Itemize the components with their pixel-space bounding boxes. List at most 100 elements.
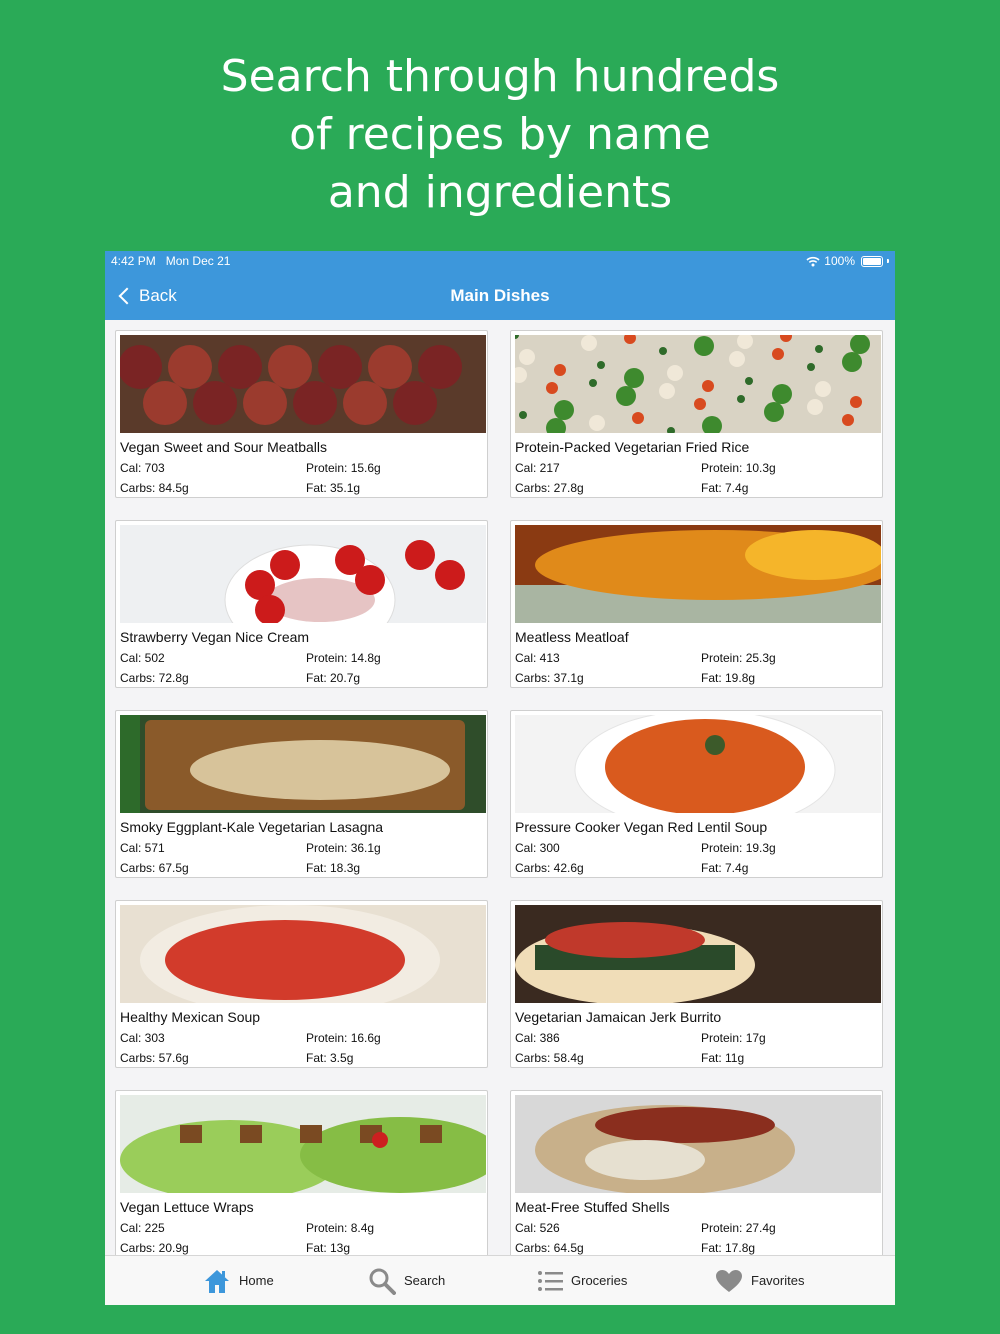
recipe-card[interactable]: Protein-Packed Vegetarian Fried Rice Cal:… — [510, 330, 883, 498]
fried-rice-photo — [515, 335, 881, 433]
recipe-photo — [515, 525, 881, 623]
recipe-name: Vegan Sweet and Sour Meatballs — [120, 439, 328, 455]
recipe-protein: Protein: 10.3g — [701, 461, 776, 475]
status-time-date: 4:42 PM Mon Dec 21 — [111, 254, 230, 268]
recipe-calories: Cal: 300 — [515, 841, 560, 855]
recipe-calories: Cal: 386 — [515, 1031, 560, 1045]
recipe-name: Protein-Packed Vegetarian Fried Rice — [515, 439, 750, 455]
tab-label: Home — [239, 1273, 274, 1288]
recipe-name: Meatless Meatloaf — [515, 629, 629, 645]
status-indicators: 100% — [806, 254, 889, 268]
recipe-grid[interactable]: Vegan Sweet and Sour Meatballs Cal: 703 Pr… — [105, 320, 895, 1256]
recipe-photo — [120, 905, 486, 1003]
recipe-fat: Fat: 7.4g — [701, 481, 749, 495]
tab-home[interactable]: Home — [203, 1256, 274, 1305]
recipe-name: Vegetarian Jamaican Jerk Burrito — [515, 1009, 722, 1025]
meatloaf-photo — [515, 525, 881, 623]
recipe-card[interactable]: Vegetarian Jamaican Jerk Burrito Cal: 386… — [510, 900, 883, 1068]
battery-tip — [887, 259, 889, 263]
burrito-photo — [515, 905, 881, 1003]
recipe-photo — [120, 1095, 486, 1193]
recipe-card[interactable]: Meatless Meatloaf Cal: 413 Protein: 25.3g C… — [510, 520, 883, 688]
recipe-name: Meat-Free Stuffed Shells — [515, 1199, 670, 1215]
recipe-protein: Protein: 25.3g — [701, 651, 776, 665]
lasagna-photo — [120, 715, 486, 813]
recipe-photo — [120, 715, 486, 813]
recipe-calories: Cal: 526 — [515, 1221, 560, 1235]
heart-icon — [716, 1269, 742, 1292]
tab-groceries[interactable]: Groceries — [537, 1256, 627, 1305]
recipe-photo — [515, 1095, 881, 1193]
home-icon — [205, 1269, 229, 1293]
recipe-protein: Protein: 14.8g — [306, 651, 381, 665]
tab-search[interactable]: Search — [368, 1256, 445, 1305]
recipe-protein: Protein: 17g — [701, 1031, 766, 1045]
recipe-card[interactable]: Strawberry Vegan Nice Cream Cal: 502 Prote… — [115, 520, 488, 688]
recipe-name: Healthy Mexican Soup — [120, 1009, 261, 1025]
recipe-photo — [515, 335, 881, 433]
recipe-card[interactable]: Vegan Sweet and Sour Meatballs Cal: 703 Pr… — [115, 330, 488, 498]
battery-icon — [861, 255, 883, 267]
status-date: Mon Dec 21 — [165, 254, 231, 268]
tab-bar: Home Search Groceries Favorites — [105, 1255, 895, 1305]
recipe-calories: Cal: 303 — [120, 1031, 165, 1045]
recipe-calories: Cal: 225 — [120, 1221, 165, 1235]
recipe-calories: Cal: 217 — [515, 461, 560, 475]
app-header: 4:42 PM Mon Dec 21 100% Back Main Dishes — [105, 251, 895, 320]
wifi-icon — [806, 256, 820, 266]
recipe-name: Vegan Lettuce Wraps — [120, 1199, 254, 1215]
recipe-carbs: Carbs: 20.9g — [120, 1241, 189, 1255]
nice-cream-photo — [120, 525, 486, 623]
recipe-card[interactable]: Meat-Free Stuffed Shells Cal: 526 Protein:… — [510, 1090, 883, 1256]
recipe-card[interactable]: Vegan Lettuce Wraps Cal: 225 Protein: 8.4g… — [115, 1090, 488, 1256]
recipe-photo — [120, 335, 486, 433]
recipe-name: Smoky Eggplant-Kale Vegetarian Lasagna — [120, 819, 384, 835]
recipe-photo — [515, 715, 881, 813]
recipe-protein: Protein: 16.6g — [306, 1031, 381, 1045]
list-icon — [538, 1270, 563, 1291]
recipe-carbs: Carbs: 57.6g — [120, 1051, 189, 1065]
recipe-protein: Protein: 8.4g — [306, 1221, 375, 1235]
meatballs-photo — [120, 335, 486, 433]
recipe-carbs: Carbs: 37.1g — [515, 671, 584, 685]
recipe-fat: Fat: 11g — [701, 1051, 745, 1065]
tab-label: Search — [404, 1273, 446, 1288]
recipe-card[interactable]: Smoky Eggplant-Kale Vegetarian Lasagna Ca… — [115, 710, 488, 878]
recipe-protein: Protein: 36.1g — [306, 841, 381, 855]
headline-line: and ingredients — [327, 167, 673, 218]
recipe-name: Pressure Cooker Vegan Red Lentil Soup — [515, 819, 768, 835]
recipe-fat: Fat: 3.5g — [306, 1051, 354, 1065]
recipe-carbs: Carbs: 58.4g — [515, 1051, 584, 1065]
recipe-card[interactable]: Healthy Mexican Soup Cal: 303 Protein: 16.… — [115, 900, 488, 1068]
recipe-protein: Protein: 27.4g — [701, 1221, 776, 1235]
lettuce-wraps-photo — [120, 1095, 486, 1193]
recipe-fat: Fat: 17.8g — [701, 1241, 756, 1255]
lentil-soup-photo — [515, 715, 881, 813]
recipe-carbs: Carbs: 72.8g — [120, 671, 189, 685]
status-bar: 4:42 PM Mon Dec 21 100% — [111, 254, 889, 272]
mexican-soup-photo — [120, 905, 486, 1003]
recipe-fat: Fat: 35.1g — [306, 481, 361, 495]
device-screen: 4:42 PM Mon Dec 21 100% Back Main Dishes… — [105, 251, 895, 1305]
recipe-fat: Fat: 20.7g — [306, 671, 361, 685]
recipe-fat: Fat: 18.3g — [306, 861, 361, 875]
recipe-fat: Fat: 19.8g — [701, 671, 756, 685]
search-icon — [369, 1268, 396, 1295]
promo-headline: Search through hundreds of recipes by na… — [0, 48, 1000, 222]
tab-label: Groceries — [571, 1273, 628, 1288]
recipe-carbs: Carbs: 67.5g — [120, 861, 189, 875]
tab-favorites[interactable]: Favorites — [715, 1256, 804, 1305]
recipe-protein: Protein: 15.6g — [306, 461, 381, 475]
battery-percent: 100% — [824, 254, 855, 268]
page-title: Main Dishes — [450, 286, 550, 305]
recipe-carbs: Carbs: 64.5g — [515, 1241, 584, 1255]
recipe-calories: Cal: 502 — [120, 651, 165, 665]
recipe-card[interactable]: Pressure Cooker Vegan Red Lentil Soup Cal… — [510, 710, 883, 878]
recipe-fat: Fat: 7.4g — [701, 861, 749, 875]
recipe-carbs: Carbs: 84.5g — [120, 481, 189, 495]
recipe-name: Strawberry Vegan Nice Cream — [120, 629, 310, 645]
recipe-calories: Cal: 571 — [120, 841, 165, 855]
headline-line: of recipes by name — [289, 109, 711, 160]
recipe-fat: Fat: 13g — [306, 1241, 351, 1255]
navigation-bar: Back Main Dishes — [105, 281, 895, 311]
